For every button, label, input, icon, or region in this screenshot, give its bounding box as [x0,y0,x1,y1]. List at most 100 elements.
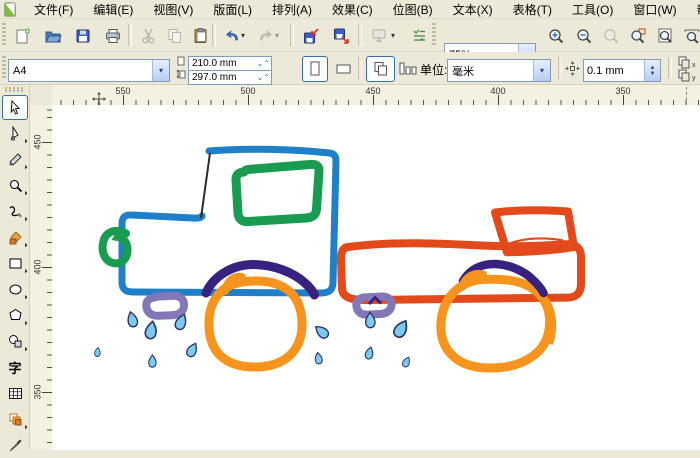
tool-table[interactable] [2,381,28,406]
export-button[interactable] [328,23,354,49]
water-droplet [147,354,158,369]
tool-ellipse[interactable] [2,277,28,302]
paste-button[interactable] [188,23,214,49]
options-button[interactable] [406,23,432,49]
menu-item-bitmaps[interactable]: 位图(B) [383,0,443,20]
facing-pages-button[interactable] [396,58,420,80]
toolbar-separator [358,24,362,46]
redo-dropdown-arrow[interactable]: ▾ [272,31,282,40]
units-combo[interactable]: 毫米 ▾ [447,59,551,82]
drawing-canvas[interactable] [52,105,700,450]
tool-freehand[interactable] [2,199,28,224]
undo-dropdown-arrow[interactable]: ▾ [238,31,248,40]
hruler-label: 400 [490,86,506,96]
hruler-label: 500 [240,86,256,96]
water-droplet [391,317,411,341]
units-value: 毫米 [452,65,474,78]
nudge-field[interactable]: 0.1 mm ▲ ▼ [583,59,661,82]
vruler-label: 400 [32,259,43,275]
menu-item-help[interactable]: 帮助(H) [687,0,700,20]
zoom-in-button[interactable] [543,23,569,49]
app-icon [4,1,16,17]
tool-eyedropper[interactable] [2,433,28,458]
save-button[interactable] [70,23,96,49]
launcher-dropdown-arrow[interactable]: ▾ [388,31,398,40]
all-pages-button[interactable] [366,56,395,82]
hruler-major-tick [248,95,249,105]
zoom-to-width-button[interactable] [679,23,700,49]
menu-bar: 文件(F) 编辑(E) 视图(V) 版面(L) 排列(A) 效果(C) 位图(B) 文本(X)… [0,0,700,19]
zoom-to-selection-button[interactable] [598,23,624,49]
export-icon [334,28,349,44]
hruler-label: 350 [615,86,631,96]
tool-rectangle[interactable] [2,251,28,276]
water-droplet [312,351,324,366]
svg-text:y: y [692,75,696,82]
toolbox: 字 [0,85,30,452]
tool-zoom[interactable] [2,173,28,198]
stacked-pages-icon [374,62,387,76]
zoom-to-page-button[interactable] [652,23,678,49]
ruler-corner [29,85,52,105]
import-button[interactable] [298,23,324,49]
paper-width-spinner[interactable]: ⌄⌃ [252,59,271,68]
flyout-arrow [20,266,28,274]
menu-item-file[interactable]: 文件(F) [24,0,83,20]
water-droplet [311,322,332,341]
paper-type-combo[interactable]: A4 ▾ [8,59,170,82]
cut-button[interactable] [136,23,162,49]
paper-combo-dropdown-icon[interactable]: ▾ [152,60,169,81]
menu-item-layout[interactable]: 版面(L) [203,0,262,20]
tool-polygon[interactable] [2,303,28,328]
print-button[interactable] [100,23,126,49]
toolbar-grip[interactable] [2,23,6,47]
nudge-spinner[interactable]: ▲ ▼ [644,60,660,81]
water-droplet [143,320,158,340]
open-button[interactable] [40,23,66,49]
paper-height-spinner[interactable]: ⌄⌃ [252,73,271,82]
zoom-out-icon [577,29,592,44]
menu-item-window[interactable]: 窗口(W) [623,0,686,20]
flyout-arrow [20,240,28,248]
landscape-button[interactable] [331,56,357,82]
zoom-to-all-button[interactable] [625,23,651,49]
paper-height-field[interactable]: 297.0 mm ⌄⌃ [188,70,272,85]
tool-basic-shapes[interactable] [2,329,28,354]
eyedropper-icon [9,439,21,452]
hruler-major-tick [623,95,624,105]
propbar-grip[interactable] [2,56,6,80]
tool-shape[interactable] [2,121,28,146]
new-button[interactable] [10,23,36,49]
menu-item-table[interactable]: 表格(T) [503,0,562,20]
tool-text[interactable]: 字 [2,355,28,380]
nudge-offset-icon [565,61,580,76]
page-edge-marker [686,87,687,105]
menu-item-arrange[interactable]: 排列(A) [262,0,322,20]
menu-item-edit[interactable]: 编辑(E) [83,0,143,20]
tool-pick[interactable] [2,95,28,120]
scissors-icon [142,28,155,44]
water-droplets [94,309,412,369]
copy-button[interactable] [162,23,188,49]
crosshair-cursor-icon [92,92,106,106]
tool-blend[interactable] [2,407,28,432]
landscape-icon [336,64,351,74]
zoom-page-icon [658,28,672,43]
flyout-arrow [20,292,28,300]
vertical-ruler[interactable]: 450 400 350 [29,105,53,450]
tool-smart-fill[interactable] [2,225,28,250]
zoom-out-button[interactable] [571,23,597,49]
units-combo-dropdown-icon[interactable]: ▾ [533,60,550,81]
menu-item-view[interactable]: 视图(V) [143,0,203,20]
pick-arrow-icon [10,100,20,115]
menu-item-tools[interactable]: 工具(O) [562,0,623,20]
toolbox-grip[interactable] [5,87,24,92]
paper-width-field[interactable]: 210.0 mm ⌄⌃ [188,56,272,71]
vruler-label: 350 [32,384,43,400]
horizontal-ruler[interactable]: 550 500 450 400 350 [52,85,700,106]
duplicate-distance-icons[interactable]: x y [678,56,700,82]
menu-item-text[interactable]: 文本(X) [443,0,503,20]
tool-crop[interactable] [2,147,28,172]
portrait-button[interactable] [302,56,328,82]
menu-item-effects[interactable]: 效果(C) [322,0,383,20]
